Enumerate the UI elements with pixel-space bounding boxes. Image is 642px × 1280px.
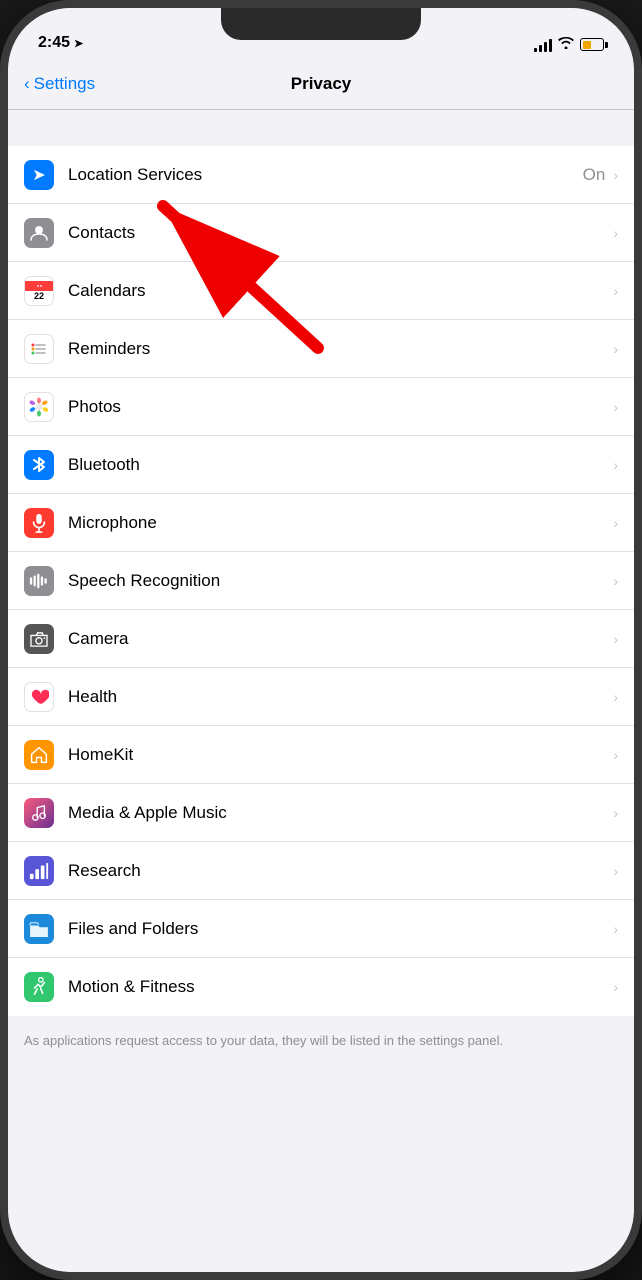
status-time: 2:45 ➤ xyxy=(38,34,83,52)
settings-item-media[interactable]: Media & Apple Music › xyxy=(8,784,634,842)
chevron-right-icon: › xyxy=(613,689,618,705)
fitness-label: Motion & Fitness xyxy=(68,977,611,997)
chevron-right-icon: › xyxy=(613,457,618,473)
chevron-right-icon: › xyxy=(613,573,618,589)
chevron-right-icon: › xyxy=(613,341,618,357)
chevron-right-icon: › xyxy=(613,863,618,879)
media-label: Media & Apple Music xyxy=(68,803,611,823)
chevron-right-icon: › xyxy=(613,631,618,647)
settings-item-speech[interactable]: Speech Recognition › xyxy=(8,552,634,610)
settings-item-photos[interactable]: Photos › xyxy=(8,378,634,436)
reminders-label: Reminders xyxy=(68,339,611,359)
camera-icon xyxy=(24,624,54,654)
contacts-label: Contacts xyxy=(68,223,611,243)
fitness-icon xyxy=(24,972,54,1002)
chevron-right-icon: › xyxy=(613,225,618,241)
back-label: Settings xyxy=(34,74,95,94)
health-label: Health xyxy=(68,687,611,707)
wifi-icon xyxy=(558,37,574,52)
settings-item-homekit[interactable]: HomeKit › xyxy=(8,726,634,784)
battery-icon xyxy=(580,38,604,51)
contacts-icon xyxy=(24,218,54,248)
photos-label: Photos xyxy=(68,397,611,417)
phone-frame: 2:45 ➤ xyxy=(0,0,642,1280)
camera-label: Camera xyxy=(68,629,611,649)
footer-text: As applications request access to your d… xyxy=(24,1033,503,1048)
calendars-icon: 22 xyxy=(24,276,54,306)
settings-item-calendars[interactable]: 22 Calendars › xyxy=(8,262,634,320)
settings-item-location-services[interactable]: ➤ Location Services On › xyxy=(8,146,634,204)
chevron-left-icon: ‹ xyxy=(24,74,30,94)
files-label: Files and Folders xyxy=(68,919,611,939)
chevron-right-icon: › xyxy=(613,747,618,763)
research-label: Research xyxy=(68,861,611,881)
microphone-label: Microphone xyxy=(68,513,611,533)
chevron-right-icon: › xyxy=(613,167,618,183)
location-services-label: Location Services xyxy=(68,165,583,185)
calendars-label: Calendars xyxy=(68,281,611,301)
settings-item-bluetooth[interactable]: Bluetooth › xyxy=(8,436,634,494)
nav-header: ‹ Settings Privacy xyxy=(8,58,634,110)
files-icon xyxy=(24,914,54,944)
settings-item-reminders[interactable]: Reminders › xyxy=(8,320,634,378)
speech-recognition-label: Speech Recognition xyxy=(68,571,611,591)
notch xyxy=(221,8,421,40)
status-icons xyxy=(534,37,604,52)
media-apple-music-icon xyxy=(24,798,54,828)
photos-icon xyxy=(24,392,54,422)
location-services-value: On xyxy=(583,165,606,185)
chevron-right-icon: › xyxy=(613,399,618,415)
content-scroll[interactable]: ➤ Location Services On › Contacts xyxy=(8,110,634,1272)
settings-list: ➤ Location Services On › Contacts xyxy=(8,146,634,1016)
settings-item-health[interactable]: Health › xyxy=(8,668,634,726)
back-button[interactable]: ‹ Settings xyxy=(24,74,95,94)
settings-item-fitness[interactable]: Motion & Fitness › xyxy=(8,958,634,1016)
settings-item-files[interactable]: Files and Folders › xyxy=(8,900,634,958)
chevron-right-icon: › xyxy=(613,515,618,531)
bluetooth-icon xyxy=(24,450,54,480)
footer-note: As applications request access to your d… xyxy=(8,1016,634,1066)
chevron-right-icon: › xyxy=(613,979,618,995)
chevron-right-icon: › xyxy=(613,805,618,821)
research-icon xyxy=(24,856,54,886)
settings-item-microphone[interactable]: Microphone › xyxy=(8,494,634,552)
section-spacer xyxy=(8,110,634,146)
settings-item-camera[interactable]: Camera › xyxy=(8,610,634,668)
bluetooth-label: Bluetooth xyxy=(68,455,611,475)
chevron-right-icon: › xyxy=(613,283,618,299)
settings-item-research[interactable]: Research › xyxy=(8,842,634,900)
phone-screen: 2:45 ➤ xyxy=(8,8,634,1272)
signal-icon xyxy=(534,38,552,52)
settings-item-contacts[interactable]: Contacts › xyxy=(8,204,634,262)
health-icon xyxy=(24,682,54,712)
chevron-right-icon: › xyxy=(613,921,618,937)
location-services-icon: ➤ xyxy=(24,160,54,190)
page-title: Privacy xyxy=(291,74,352,94)
homekit-label: HomeKit xyxy=(68,745,611,765)
speech-recognition-icon xyxy=(24,566,54,596)
homekit-icon xyxy=(24,740,54,770)
location-arrow-icon: ➤ xyxy=(74,37,83,50)
reminders-icon xyxy=(24,334,54,364)
microphone-icon xyxy=(24,508,54,538)
time-display: 2:45 xyxy=(38,34,70,52)
